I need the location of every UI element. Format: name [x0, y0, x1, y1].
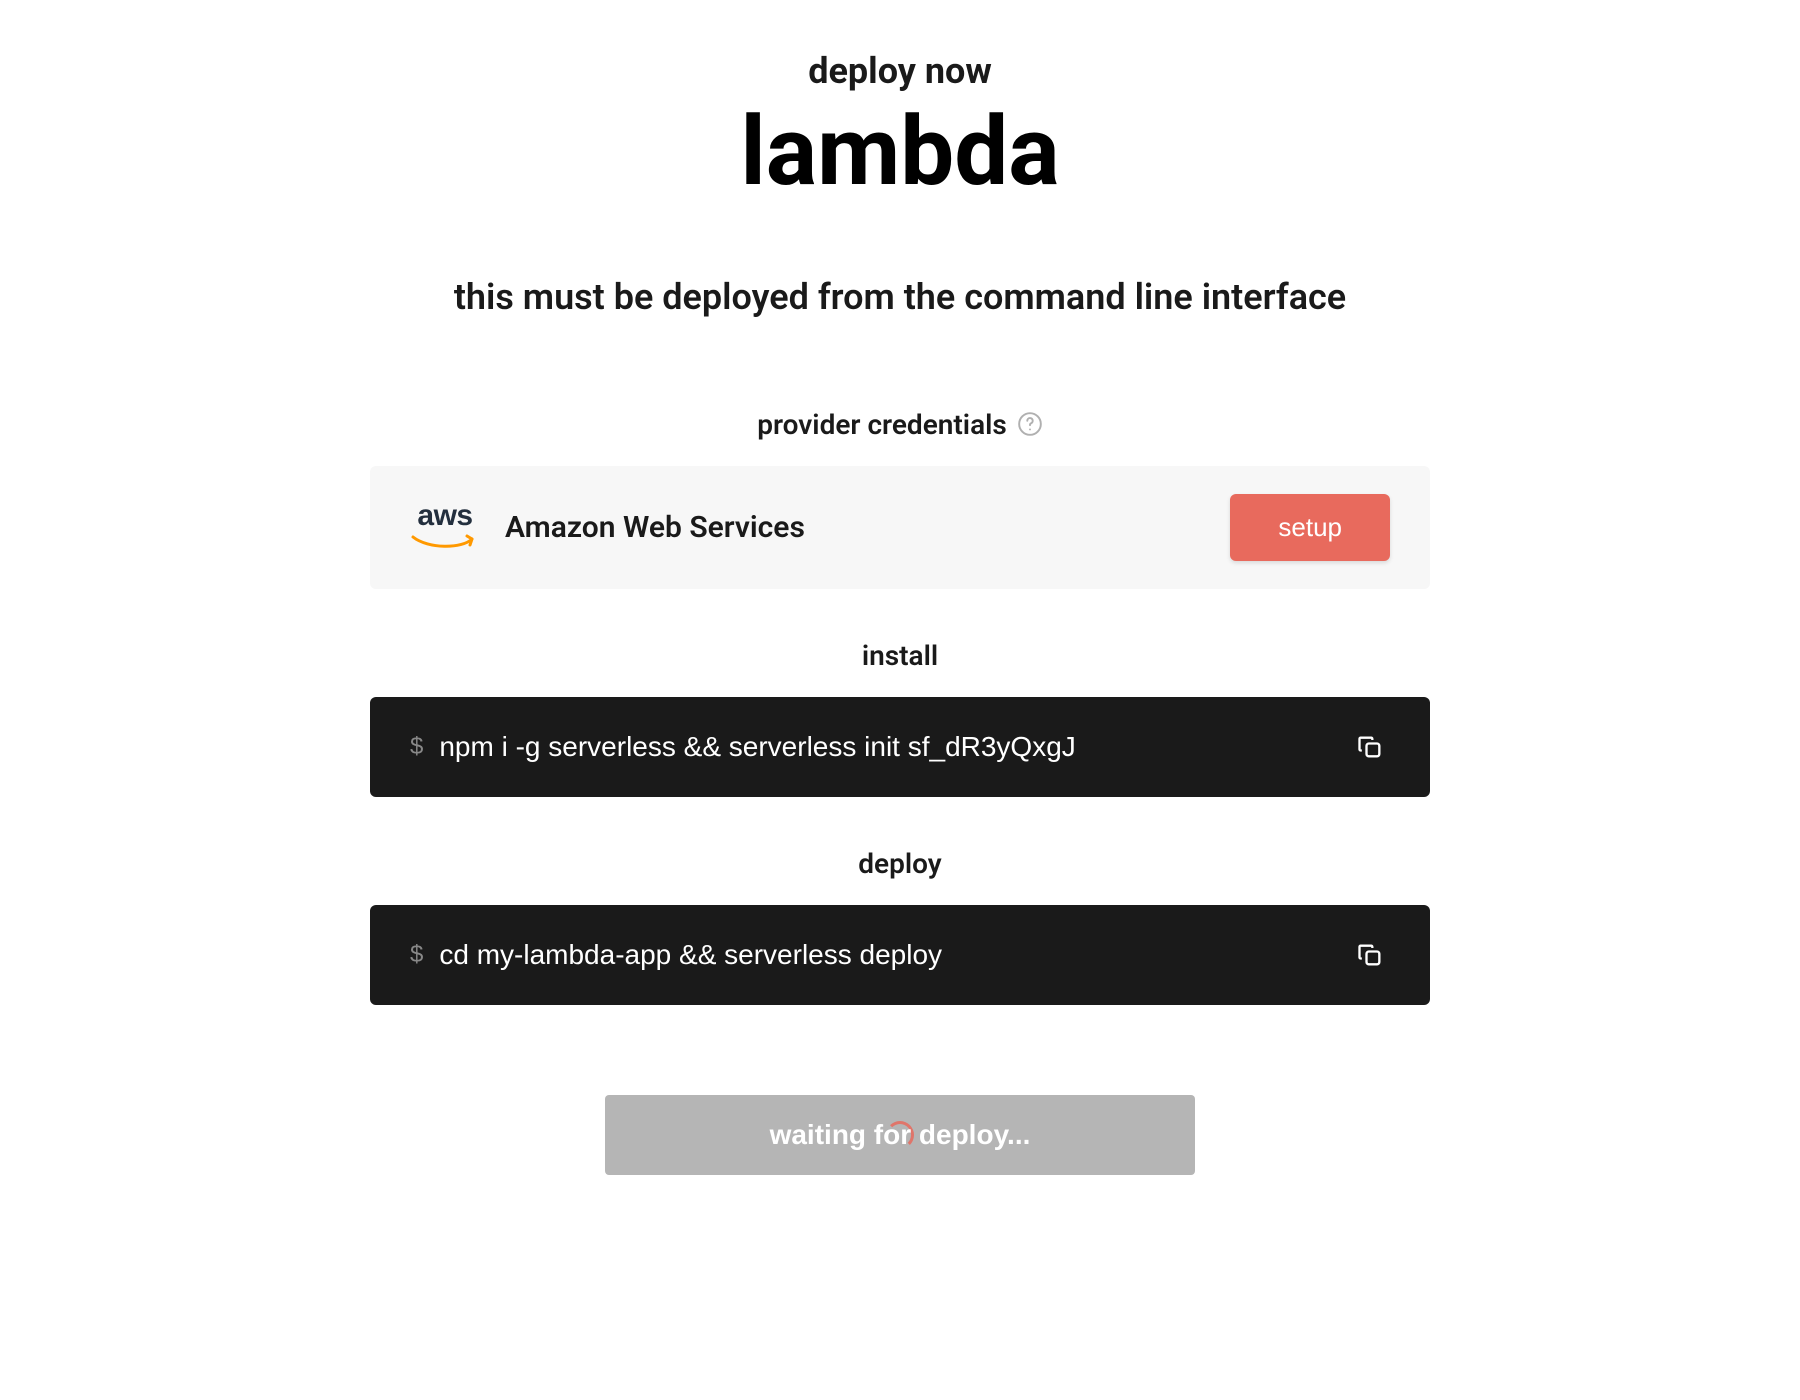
credentials-label-row: provider credentials [370, 408, 1430, 441]
setup-button[interactable]: setup [1230, 494, 1390, 561]
copy-install-button[interactable] [1350, 727, 1390, 767]
credentials-label: provider credentials [757, 408, 1007, 441]
provider-info: aws Amazon Web Services [410, 501, 805, 553]
deploy-command-text: cd my-lambda-app && serverless deploy [439, 939, 942, 971]
install-command-text: npm i -g serverless && serverless init s… [439, 731, 1075, 763]
waiting-for-deploy-button: waiting for deploy... [605, 1095, 1195, 1175]
waiting-label: waiting for deploy... [770, 1119, 1031, 1151]
install-label: install [370, 639, 1430, 672]
copy-icon [1356, 733, 1384, 761]
provider-card: aws Amazon Web Services setup [370, 466, 1430, 589]
deploy-section: deploy $ cd my-lambda-app && serverless … [370, 847, 1430, 1005]
aws-swoosh-icon [410, 533, 480, 553]
deploy-label: deploy [370, 847, 1430, 880]
provider-name: Amazon Web Services [505, 510, 805, 545]
copy-icon [1356, 941, 1384, 969]
prompt-icon: $ [410, 941, 423, 969]
copy-deploy-button[interactable] [1350, 935, 1390, 975]
install-command-line: $ npm i -g serverless && serverless init… [410, 731, 1076, 763]
prompt-icon: $ [410, 733, 423, 761]
page-title: lambda [370, 100, 1430, 206]
page-subtitle: this must be deployed from the command l… [370, 276, 1430, 318]
install-command-box: $ npm i -g serverless && serverless init… [370, 697, 1430, 797]
install-section: install $ npm i -g serverless && serverl… [370, 639, 1430, 797]
help-icon[interactable] [1017, 411, 1043, 437]
pre-title: deploy now [370, 50, 1430, 92]
deploy-container: deploy now lambda this must be deployed … [370, 50, 1430, 1400]
aws-logo-icon: aws [410, 501, 480, 553]
deploy-command-line: $ cd my-lambda-app && serverless deploy [410, 939, 942, 971]
deploy-command-box: $ cd my-lambda-app && serverless deploy [370, 905, 1430, 1005]
